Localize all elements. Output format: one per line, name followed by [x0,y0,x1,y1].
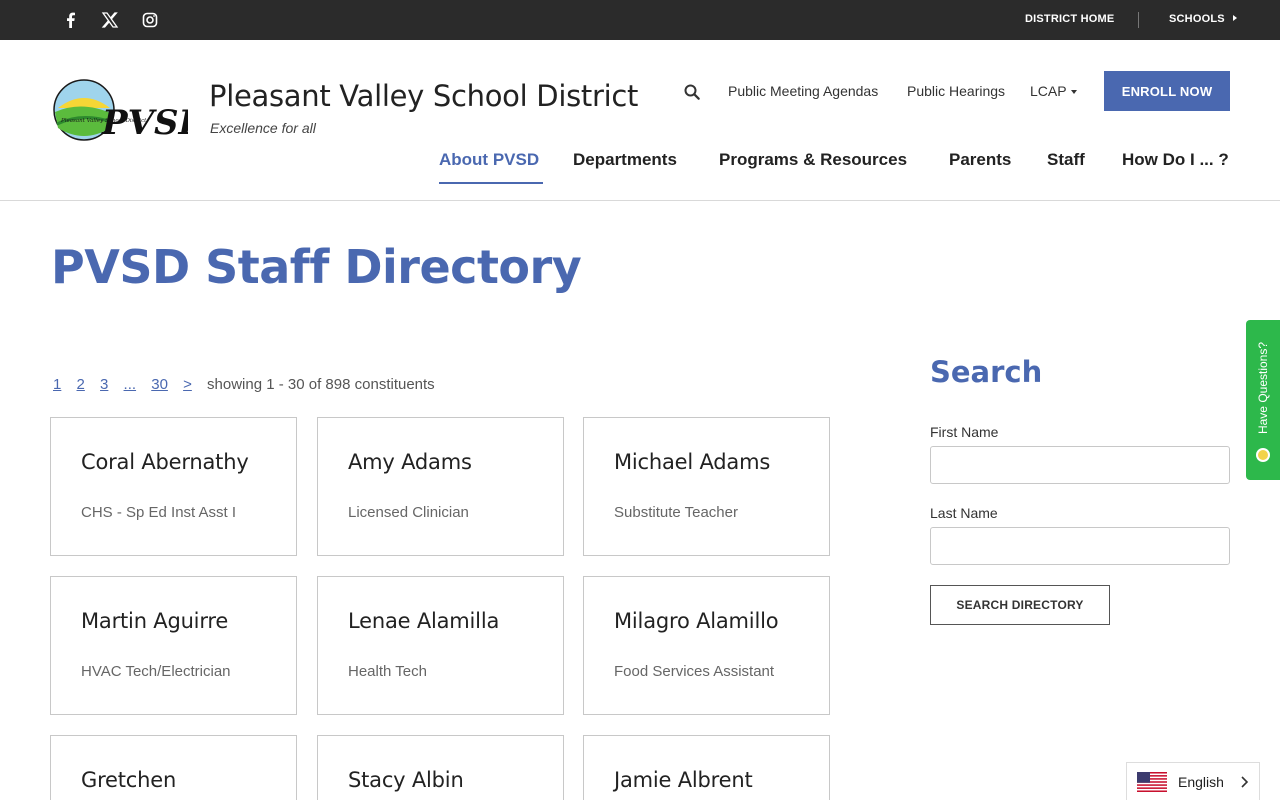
schools-menu[interactable]: SCHOOLS [1169,13,1239,25]
search-icon[interactable] [683,83,701,101]
enroll-now-button[interactable]: ENROLL NOW [1104,71,1230,111]
staff-card[interactable]: Amy Adams Licensed Clinician [317,417,564,556]
nav-parents[interactable]: Parents [949,150,1011,170]
us-flag-icon [1137,772,1167,792]
staff-name: Coral Abernathy [81,450,249,474]
nav-departments[interactable]: Departments [573,150,677,170]
top-bar: DISTRICT HOME SCHOOLS [0,0,1280,40]
page-link-1[interactable]: 1 [53,376,61,393]
x-twitter-icon[interactable] [100,10,120,30]
staff-card[interactable]: Lenae Alamilla Health Tech [317,576,564,715]
language-label: English [1178,774,1224,790]
staff-card[interactable]: Martin Aguirre HVAC Tech/Electrician [50,576,297,715]
results-count: showing 1 - 30 of 898 constituents [207,376,435,393]
page-link-3[interactable]: 3 [100,376,108,393]
staff-title: Substitute Teacher [614,504,738,521]
nav-programs-resources[interactable]: Programs & Resources [719,150,907,170]
staff-title: HVAC Tech/Electrician [81,663,231,680]
caret-right-icon [1233,15,1238,21]
staff-name: Lenae Alamilla [348,609,500,633]
staff-card[interactable]: Stacy Albin [317,735,564,800]
nav-how-do-i[interactable]: How Do I ... ? [1122,150,1229,170]
nav-about-pvsd[interactable]: About PVSD [439,150,539,170]
have-questions-label: Have Questions? [1256,341,1270,435]
lcap-menu[interactable]: LCAP [1030,83,1077,99]
public-meeting-agendas-link[interactable]: Public Meeting Agendas [728,83,878,99]
have-questions-tab[interactable]: Have Questions? [1246,320,1280,480]
staff-title: Health Tech [348,663,427,680]
logo-monogram: PVSD [101,103,188,143]
caret-down-icon [1070,90,1077,95]
instagram-icon[interactable] [140,10,160,30]
staff-title: Licensed Clinician [348,504,469,521]
staff-title: CHS - Sp Ed Inst Asst I [81,504,237,521]
pagination: 1 2 3 ... 30 > showing 1 - 30 of 898 con… [53,376,435,393]
staff-card[interactable]: Jamie Albrent [583,735,830,800]
page-link-30[interactable]: 30 [151,376,168,393]
language-selector[interactable]: English [1126,762,1260,800]
chat-bot-icon [1256,448,1270,462]
district-logo[interactable]: Pleasant Valley School District PVSD [52,78,209,144]
site-tagline: Excellence for all [210,120,316,136]
top-divider [1138,12,1139,28]
public-hearings-link[interactable]: Public Hearings [907,83,1005,99]
last-name-input[interactable] [930,527,1230,565]
search-heading: Search [930,355,1043,389]
staff-card[interactable]: Coral Abernathy CHS - Sp Ed Inst Asst I [50,417,297,556]
lcap-label: LCAP [1030,83,1067,99]
staff-title: Food Services Assistant [614,663,775,680]
staff-name: Amy Adams [348,450,472,474]
nav-staff[interactable]: Staff [1047,150,1085,170]
search-directory-button[interactable]: SEARCH DIRECTORY [930,585,1110,625]
staff-name: Milagro Alamillo [614,609,779,633]
schools-label: SCHOOLS [1169,13,1225,25]
district-home-link[interactable]: DISTRICT HOME [1025,13,1114,25]
staff-name: Michael Adams [614,450,771,474]
staff-card[interactable]: Michael Adams Substitute Teacher [583,417,830,556]
staff-name: Gretchen [81,768,177,792]
site-header: Pleasant Valley School District PVSD Ple… [0,40,1280,201]
staff-card[interactable]: Gretchen [50,735,297,800]
first-name-input[interactable] [930,446,1230,484]
active-nav-underline [439,182,543,184]
facebook-icon[interactable] [61,10,81,30]
staff-name: Martin Aguirre [81,609,229,633]
chevron-right-icon [1241,776,1249,788]
staff-card[interactable]: Milagro Alamillo Food Services Assistant [583,576,830,715]
first-name-label: First Name [930,424,999,440]
staff-name: Stacy Albin [348,768,464,792]
page-title: PVSD Staff Directory [51,240,582,294]
page-ellipsis[interactable]: ... [124,376,137,393]
page-link-2[interactable]: 2 [77,376,85,393]
site-title[interactable]: Pleasant Valley School District [209,79,638,113]
last-name-label: Last Name [930,505,998,521]
next-page-link[interactable]: > [183,376,192,393]
staff-name: Jamie Albrent [614,768,753,792]
